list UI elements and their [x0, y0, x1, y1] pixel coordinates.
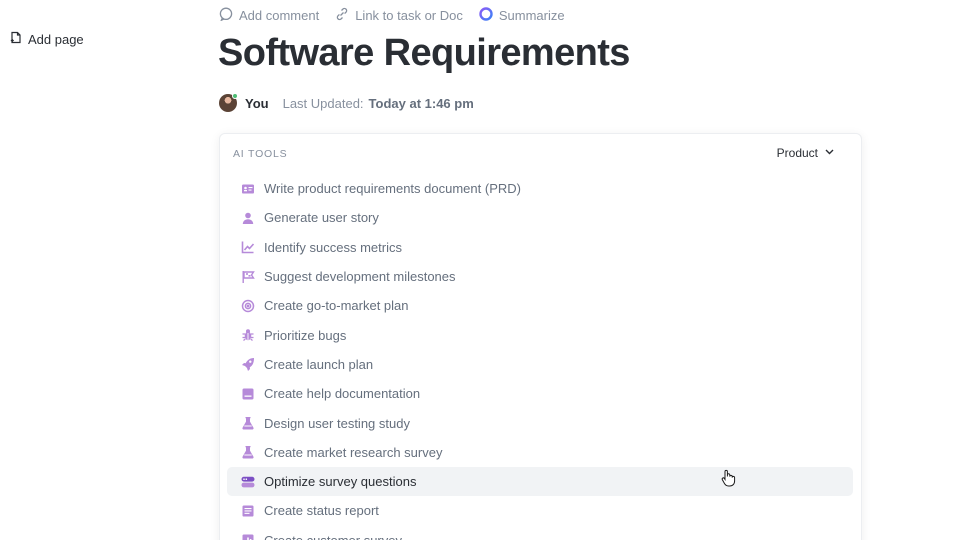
ai-tool-item[interactable]: Generate user story [227, 203, 853, 232]
avatar[interactable] [219, 93, 238, 112]
category-dropdown[interactable]: Product [777, 146, 835, 160]
ai-tool-label: Create help documentation [264, 386, 421, 402]
summarize-button[interactable]: Summarize [479, 6, 565, 24]
ai-tool-label: Optimize survey questions [264, 474, 417, 490]
rocket-icon [241, 357, 255, 372]
chat-bubbles-icon [241, 475, 255, 489]
doc-toolbar: Add comment Link to task or Doc Summariz… [219, 6, 565, 24]
flask-icon [241, 416, 255, 430]
comment-icon [219, 7, 233, 24]
link-label: Link to task or Doc [355, 7, 463, 23]
ai-tool-label: Identify success metrics [264, 239, 402, 255]
add-page-button[interactable]: Add page [10, 31, 84, 47]
ai-tool-label: Create market research survey [264, 444, 443, 460]
chart-line-icon [241, 240, 255, 254]
ai-tool-label: Create launch plan [264, 356, 374, 372]
ai-tool-item[interactable]: Write product requirements document (PRD… [227, 174, 853, 203]
target-icon [241, 299, 255, 313]
last-updated-label: Last Updated: [282, 95, 364, 111]
report-icon [241, 504, 255, 518]
ai-tool-item[interactable]: Design user testing study [227, 408, 853, 437]
ai-tool-item[interactable]: Create launch plan [227, 350, 853, 379]
ai-tools-header: AI TOOLS Product [220, 134, 861, 174]
link-to-task-button[interactable]: Link to task or Doc [335, 6, 463, 24]
ai-tools-list: Write product requirements document (PRD… [220, 174, 861, 540]
ai-tool-label: Create go-to-market plan [264, 298, 409, 314]
ai-tool-label: Create customer survey [264, 533, 402, 540]
ai-tools-panel: AI TOOLS Product Write product requireme… [219, 133, 862, 540]
ai-tool-label: Generate user story [264, 210, 379, 226]
page-title[interactable]: Software Requirements [218, 30, 630, 76]
author-name: You [245, 95, 269, 111]
doc-meta: You Last Updated: Today at 1:46 pm [219, 93, 474, 113]
category-value: Product [776, 146, 818, 160]
ai-tool-item[interactable]: Optimize survey questions [227, 466, 853, 497]
add-comment-button[interactable]: Add comment [219, 6, 319, 24]
ai-tool-label: Create status report [264, 503, 379, 519]
id-card-icon [241, 182, 255, 196]
add-comment-label: Add comment [239, 7, 320, 23]
ai-tool-label: Write product requirements document (PRD… [264, 181, 521, 197]
ai-tool-item[interactable]: Identify success metrics [227, 233, 853, 262]
ai-tool-item[interactable]: Create market research survey [227, 438, 853, 467]
link-icon [335, 7, 349, 24]
ai-tool-item[interactable]: Create status report [227, 496, 853, 525]
ai-tool-item[interactable]: Create go-to-market plan [227, 291, 853, 320]
chevron-down-icon [824, 146, 835, 160]
document-icon [241, 387, 255, 401]
ai-tool-item[interactable]: Prioritize bugs [227, 320, 853, 349]
page-icon [10, 31, 22, 47]
last-updated-value: Today at 1:46 pm [368, 95, 474, 111]
flag-icon [241, 270, 255, 284]
chart-bar-icon [241, 533, 255, 540]
ai-tool-item[interactable]: Create customer survey [227, 526, 853, 540]
flask-icon [241, 445, 255, 459]
ai-tool-label: Suggest development milestones [264, 269, 456, 285]
ai-tools-section-label: AI TOOLS [233, 148, 288, 160]
add-page-label: Add page [28, 31, 84, 47]
summarize-label: Summarize [498, 7, 565, 23]
user-icon [241, 211, 255, 225]
ai-tool-label: Prioritize bugs [264, 327, 347, 343]
ai-tool-item[interactable]: Create help documentation [227, 379, 853, 408]
ai-tool-label: Design user testing study [264, 415, 410, 431]
bug-icon [241, 328, 255, 342]
ai-sparkle-icon [479, 6, 493, 24]
online-indicator [232, 93, 238, 99]
ai-tool-item[interactable]: Suggest development milestones [227, 262, 853, 291]
